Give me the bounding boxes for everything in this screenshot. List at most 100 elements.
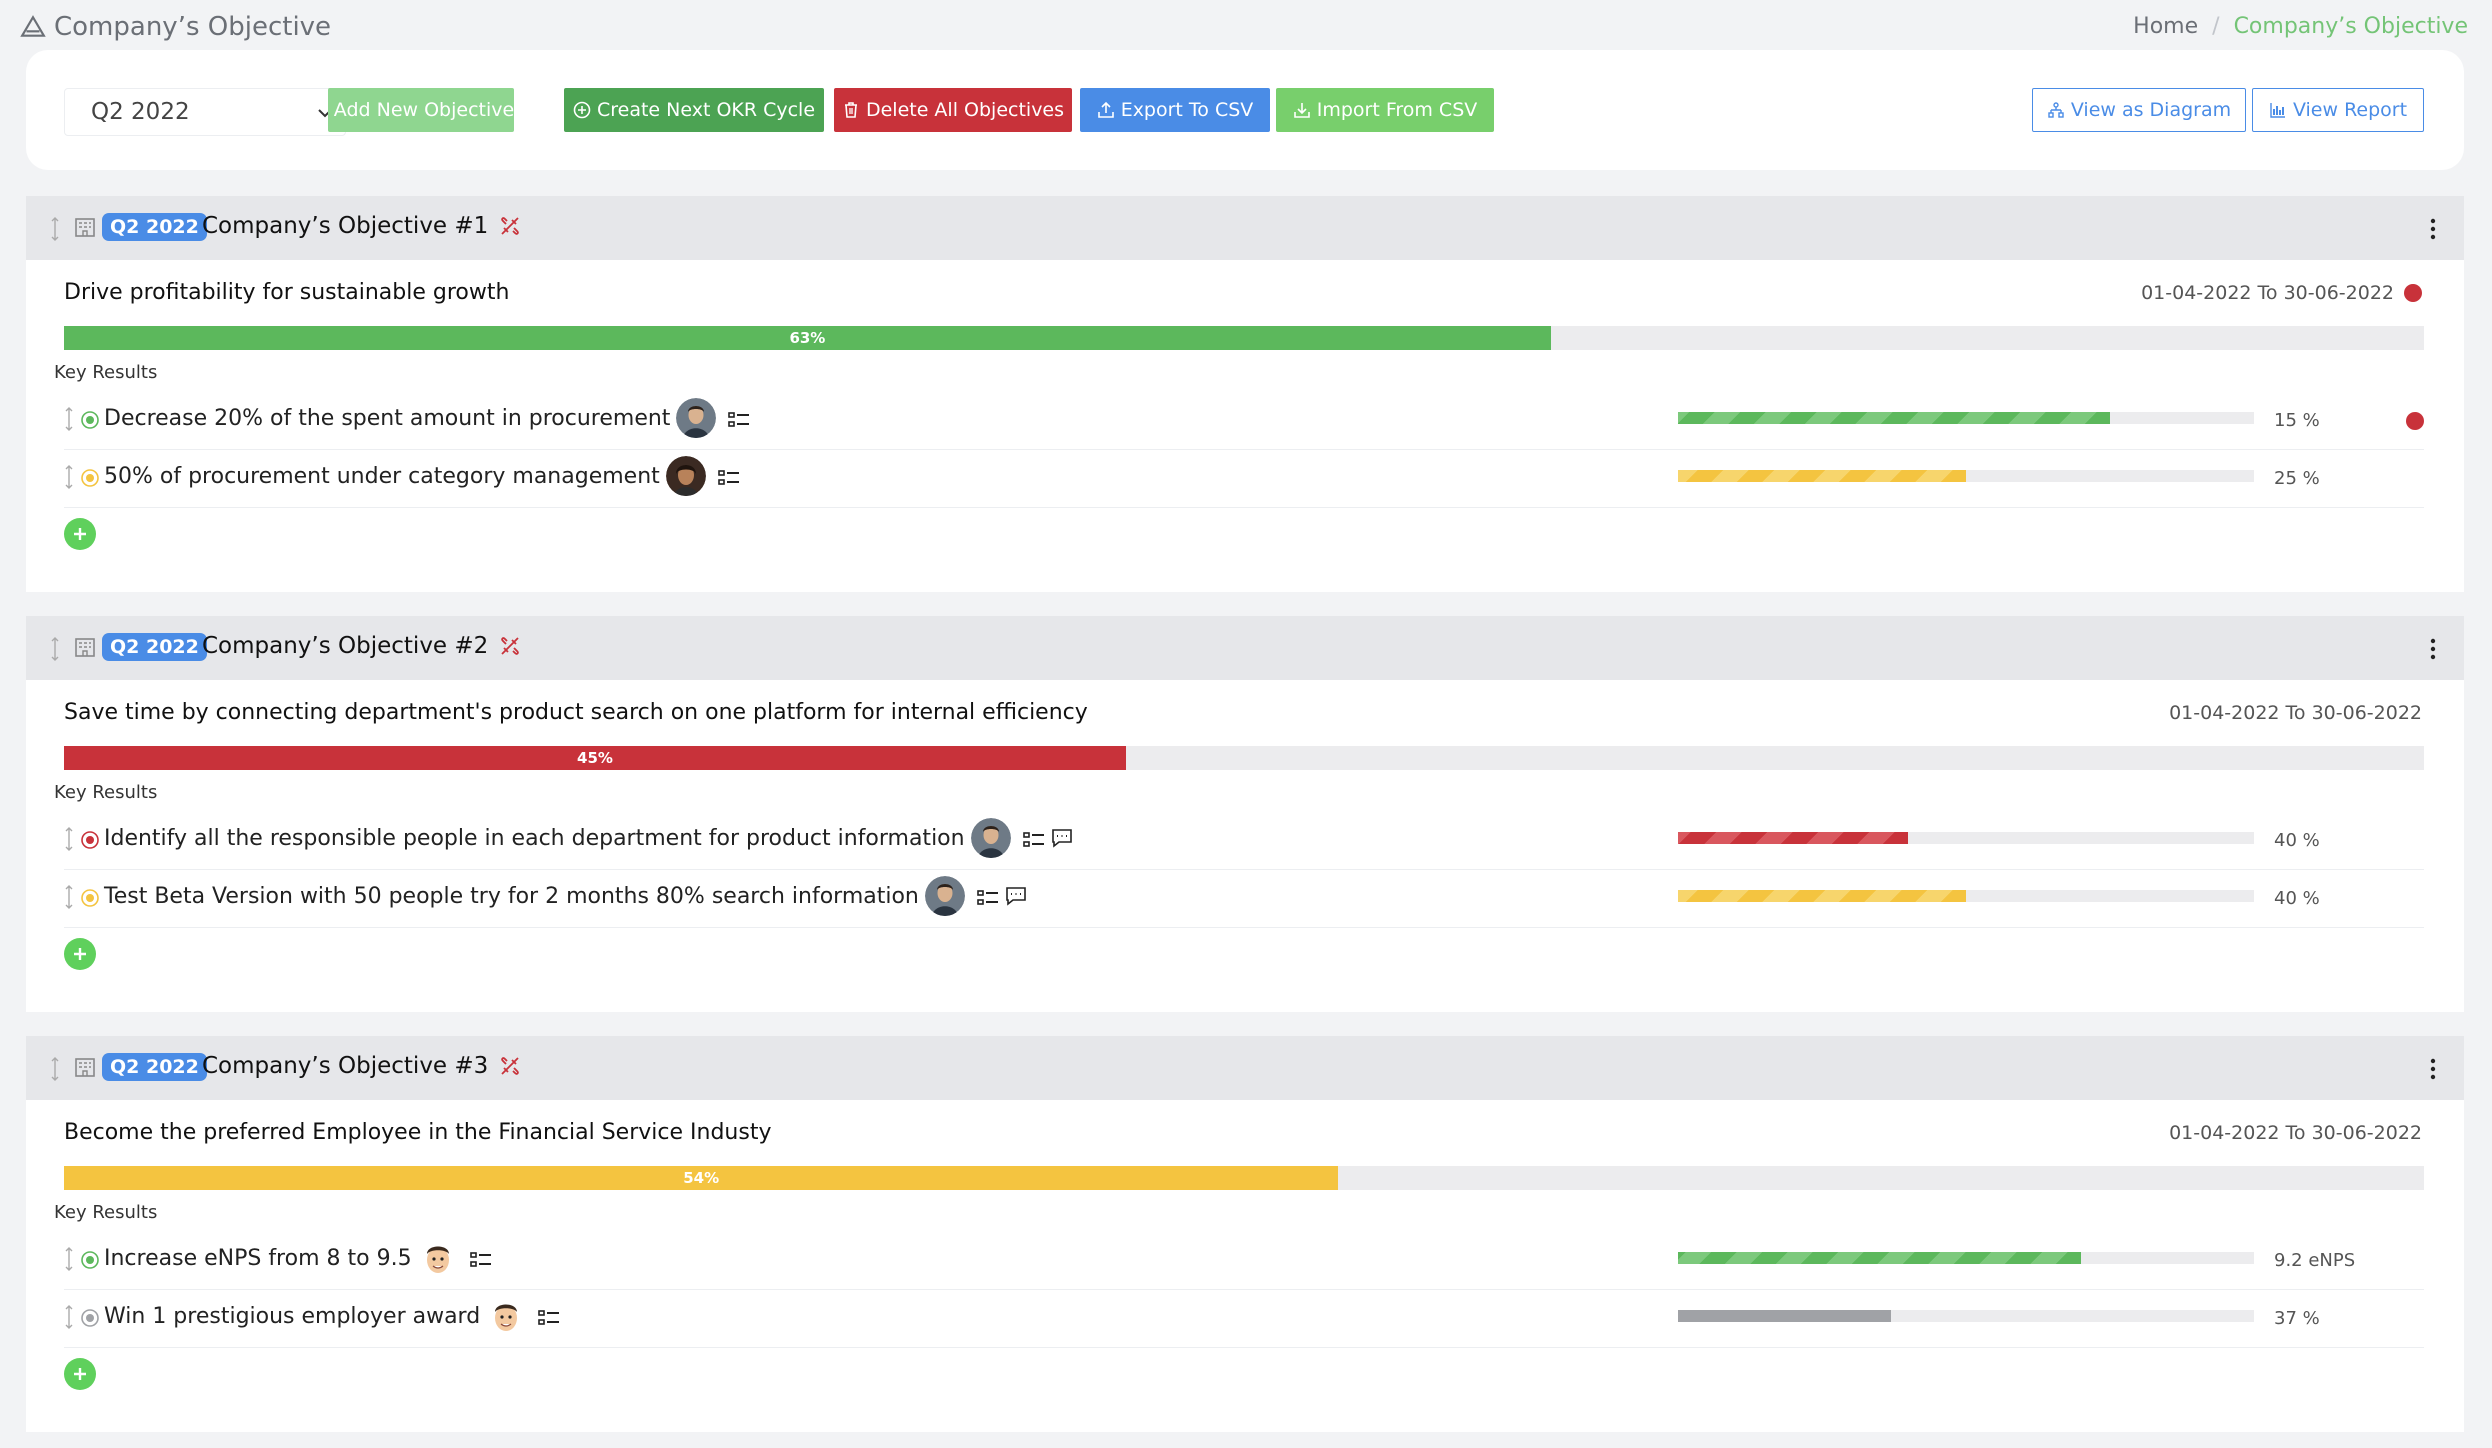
kebab-menu-icon[interactable] (2426, 636, 2440, 662)
objective-description: Drive profitability for sustainable grow… (64, 280, 510, 305)
key-result-row[interactable]: Test Beta Version with 50 people try for… (64, 870, 2424, 928)
cycle-badge: Q2 2022 (102, 213, 207, 241)
triangle-icon (20, 15, 46, 37)
checklist-icon[interactable] (977, 888, 999, 908)
key-result-row[interactable]: Win 1 prestigious employer award 37 % (64, 1290, 2424, 1348)
view-report-label: View Report (2292, 99, 2408, 121)
objective-card: Q2 2022 Company’s Objective #2 Save time… (26, 616, 2464, 1012)
objective-title[interactable]: Company’s Objective #3 (202, 1051, 488, 1081)
kebab-menu-icon[interactable] (2426, 216, 2440, 242)
status-target-icon (81, 831, 99, 849)
key-result-text[interactable]: Increase eNPS from 8 to 9.5 (104, 1246, 412, 1271)
import-csv-button[interactable]: Import From CSV (1276, 88, 1494, 132)
owner-avatar[interactable] (665, 456, 706, 496)
plus-icon (74, 948, 86, 960)
status-target-icon (81, 889, 99, 907)
sitemap-icon (2048, 102, 2064, 118)
drag-handle-icon[interactable] (64, 406, 74, 432)
key-result-value: 9.2 eNPS (2274, 1250, 2356, 1271)
comment-icon[interactable] (1051, 828, 1073, 848)
checklist-icon[interactable] (1022, 830, 1045, 850)
key-result-row[interactable]: 50% of procurement under category manage… (64, 450, 2424, 508)
key-result-value: 37 % (2274, 1308, 2320, 1329)
export-csv-button[interactable]: Export To CSV (1080, 88, 1270, 132)
drag-handle-icon[interactable] (64, 1246, 74, 1272)
objective-description: Save time by connecting department's pro… (64, 700, 1088, 725)
objective-progress-label: 63% (789, 329, 826, 347)
objective-title[interactable]: Company’s Objective #1 (202, 211, 488, 241)
checklist-icon[interactable] (538, 1308, 560, 1328)
drag-handle-icon[interactable] (50, 636, 60, 662)
objective-progress-fill: 45% (64, 746, 1126, 770)
unlink-icon[interactable] (498, 1054, 522, 1078)
create-next-cycle-button[interactable]: Create Next OKR Cycle (564, 88, 824, 132)
objective-progress-label: 45% (577, 749, 613, 767)
view-diagram-button[interactable]: View as Diagram (2032, 88, 2246, 132)
plus-icon (74, 528, 86, 540)
checklist-icon[interactable] (717, 468, 740, 488)
add-key-result-button[interactable] (64, 1358, 96, 1390)
breadcrumb-home[interactable]: Home (2133, 14, 2198, 39)
delete-all-label: Delete All Objectives (865, 99, 1065, 121)
drag-handle-icon[interactable] (64, 826, 74, 852)
owner-avatar[interactable] (924, 876, 965, 916)
drag-handle-icon[interactable] (50, 1056, 60, 1082)
key-result-progress-fill (1678, 1310, 1892, 1322)
objective-date-range: 01-04-2022 To 30-06-2022 (2169, 1122, 2422, 1144)
key-result-row[interactable]: Decrease 20% of the spent amount in proc… (64, 392, 2424, 450)
status-target-icon (81, 1251, 99, 1269)
upload-icon (1097, 101, 1114, 118)
create-next-cycle-label: Create Next OKR Cycle (596, 99, 816, 121)
view-report-button[interactable]: View Report (2252, 88, 2424, 132)
objective-header: Q2 2022 Company’s Objective #1 (26, 196, 2464, 260)
drag-handle-icon[interactable] (64, 884, 74, 910)
unlink-icon[interactable] (498, 634, 522, 658)
objective-progress-bar: 63% (64, 326, 2424, 350)
key-results-label: Key Results (54, 362, 158, 383)
checklist-icon[interactable] (469, 1250, 492, 1270)
objective-progress-bar: 54% (64, 1166, 2424, 1190)
delete-all-button[interactable]: Delete All Objectives (834, 88, 1072, 132)
key-result-text[interactable]: Test Beta Version with 50 people try for… (104, 884, 919, 909)
view-diagram-label: View as Diagram (2070, 99, 2232, 121)
key-result-text[interactable]: Win 1 prestigious employer award (104, 1304, 480, 1329)
objective-title[interactable]: Company’s Objective #2 (202, 631, 488, 661)
key-result-text[interactable]: 50% of procurement under category manage… (104, 464, 660, 489)
drag-handle-icon[interactable] (50, 216, 60, 242)
key-result-text[interactable]: Decrease 20% of the spent amount in proc… (104, 406, 670, 431)
trash-icon (844, 102, 857, 118)
key-result-progress-bar (1678, 412, 2254, 424)
breadcrumb-current: Company’s Objective (2233, 14, 2468, 39)
objective-progress-label: 54% (683, 1169, 720, 1187)
drag-handle-icon[interactable] (64, 1304, 74, 1330)
add-key-result-button[interactable] (64, 518, 96, 550)
objective-date-range: 01-04-2022 To 30-06-2022 (2141, 282, 2394, 304)
comment-icon[interactable] (1005, 886, 1027, 906)
key-result-row[interactable]: Identify all the responsible people in e… (64, 812, 2424, 870)
owner-avatar[interactable] (417, 1238, 458, 1278)
key-result-text[interactable]: Identify all the responsible people in e… (104, 826, 965, 851)
kebab-menu-icon[interactable] (2426, 1056, 2440, 1082)
add-objective-label: Add New Objective (333, 99, 515, 121)
owner-avatar[interactable] (486, 1296, 527, 1336)
cycle-select[interactable]: Q2 2022 (64, 88, 346, 136)
key-result-progress-bar (1678, 890, 2254, 902)
owner-avatar[interactable] (970, 818, 1011, 858)
drag-handle-icon[interactable] (64, 464, 74, 490)
key-result-progress-fill (1678, 832, 1909, 844)
key-results-label: Key Results (54, 1202, 158, 1223)
unlink-icon[interactable] (498, 214, 522, 238)
toolbar: Q2 2022 Add New Objective Create Next OK… (26, 50, 2464, 170)
key-result-value: 25 % (2274, 468, 2320, 489)
key-result-progress-bar (1678, 470, 2254, 482)
owner-avatar[interactable] (676, 398, 717, 438)
add-objective-button[interactable]: Add New Objective (328, 88, 514, 132)
key-results-label: Key Results (54, 782, 158, 803)
export-csv-label: Export To CSV (1120, 99, 1254, 121)
status-target-icon (81, 469, 99, 487)
checklist-icon[interactable] (728, 410, 750, 430)
objective-dates: 01-04-2022 To 30-06-2022 (2169, 702, 2422, 724)
add-key-result-button[interactable] (64, 938, 96, 970)
objective-progress-bar: 45% (64, 746, 2424, 770)
key-result-row[interactable]: Increase eNPS from 8 to 9.5 9.2 eNPS (64, 1232, 2424, 1290)
